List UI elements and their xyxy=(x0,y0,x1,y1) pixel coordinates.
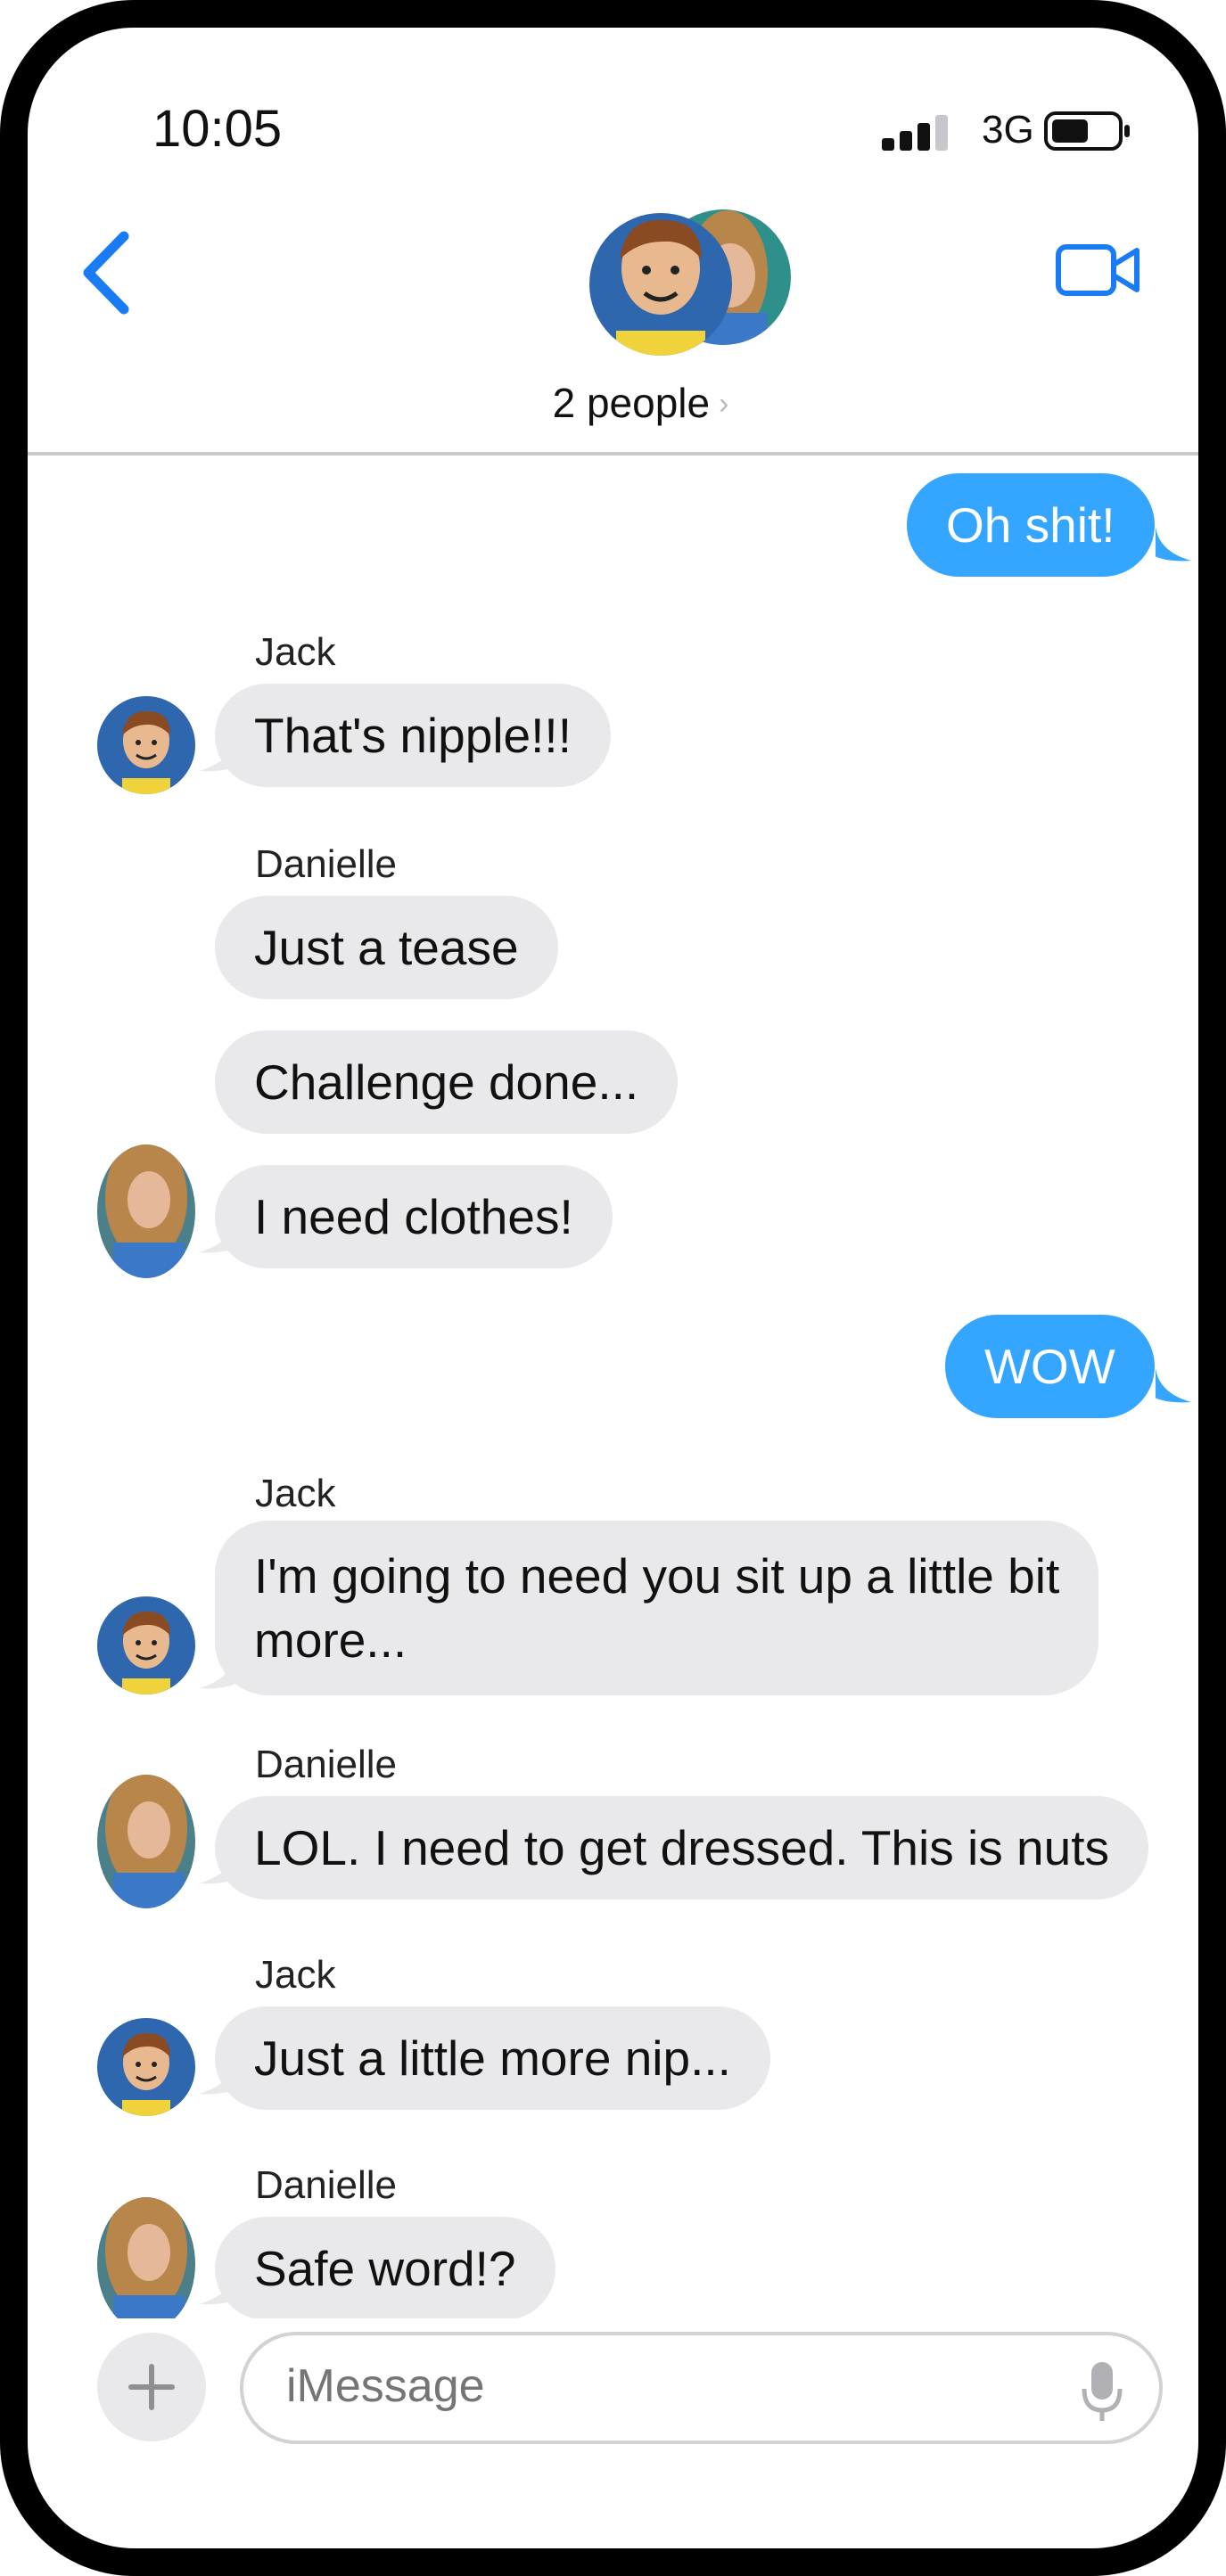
sender-name: Danielle xyxy=(255,2163,397,2207)
message-list[interactable]: Oh shit! Jack That's nipple!!! Danielle … xyxy=(28,455,1198,2318)
bubble-tail xyxy=(199,1654,235,1689)
bubble-tail xyxy=(199,737,235,772)
message-text: WOW xyxy=(984,1339,1115,1394)
avatar-jack[interactable] xyxy=(97,1596,195,1694)
battery-icon xyxy=(1044,111,1130,151)
message-bubble-incoming[interactable]: Just a tease xyxy=(215,896,558,999)
message-text-line: more... xyxy=(254,1612,407,1668)
video-call-icon[interactable] xyxy=(1053,234,1142,306)
sender-name: Danielle xyxy=(255,1743,397,1786)
message-input[interactable] xyxy=(284,2359,1001,2414)
bubble-tail xyxy=(1156,527,1191,562)
network-type: 3G xyxy=(982,108,1034,152)
message-text: That's nipple!!! xyxy=(254,708,572,763)
message-bubble-incoming[interactable]: I need clothes! xyxy=(215,1165,613,1268)
participants-label[interactable]: 2 people › xyxy=(28,379,1198,427)
message-input-container xyxy=(240,2332,1163,2444)
sender-name: Jack xyxy=(255,630,336,674)
bubble-tail xyxy=(1156,1368,1191,1403)
avatar-jack[interactable] xyxy=(97,2018,195,2116)
avatar-danielle[interactable] xyxy=(97,2197,195,2318)
add-attachment-button[interactable] xyxy=(97,2333,206,2441)
microphone-icon[interactable] xyxy=(1081,2360,1123,2423)
plus-icon xyxy=(128,2364,175,2410)
message-bubble-incoming[interactable]: That's nipple!!! xyxy=(215,684,611,787)
status-time: 10:05 xyxy=(152,100,283,158)
message-bubble-incoming[interactable]: LOL. I need to get dressed. This is nuts xyxy=(215,1796,1148,1899)
avatar-danielle[interactable] xyxy=(97,1775,195,1908)
message-bubble-incoming[interactable]: Just a little more nip... xyxy=(215,2006,770,2110)
group-avatar[interactable] xyxy=(580,197,794,366)
back-chevron-icon[interactable] xyxy=(70,224,142,322)
message-bubble-outgoing[interactable]: Oh shit! xyxy=(907,473,1155,577)
sender-name: Jack xyxy=(255,1472,336,1515)
bubble-tail xyxy=(199,1850,235,1884)
avatar-danielle[interactable] xyxy=(97,1144,195,1278)
sender-name: Jack xyxy=(255,1953,336,1997)
message-bubble-incoming[interactable]: Challenge done... xyxy=(215,1030,679,1134)
message-text: Just a tease xyxy=(254,920,519,975)
bubble-tail xyxy=(199,2270,235,2305)
phone-frame: 10:05 3G 2 people › Oh shit! Jack That's… xyxy=(0,0,1226,2576)
message-bubble-incoming[interactable]: Safe word!? xyxy=(215,2217,555,2318)
message-text: LOL. I need to get dressed. This is nuts xyxy=(254,1820,1109,1875)
message-text: Safe word!? xyxy=(254,2241,516,2296)
message-bubble-incoming[interactable]: I'm going to need you sit up a little bi… xyxy=(215,1521,1099,1695)
bubble-tail xyxy=(199,2060,235,2095)
signal-icon xyxy=(882,115,948,151)
sender-name: Danielle xyxy=(255,842,397,886)
message-text: Just a little more nip... xyxy=(254,2030,731,2086)
message-bubble-outgoing[interactable]: WOW xyxy=(945,1315,1155,1418)
chevron-right-icon: › xyxy=(719,387,729,421)
bubble-tail xyxy=(199,1218,235,1253)
avatar-jack[interactable] xyxy=(97,696,195,794)
message-text: Oh shit! xyxy=(946,497,1115,553)
message-text: I need clothes! xyxy=(254,1189,573,1244)
message-text-line: I'm going to need you sit up a little bi… xyxy=(254,1548,1060,1604)
message-text: Challenge done... xyxy=(254,1054,639,1110)
participants-count: 2 people xyxy=(552,380,711,426)
